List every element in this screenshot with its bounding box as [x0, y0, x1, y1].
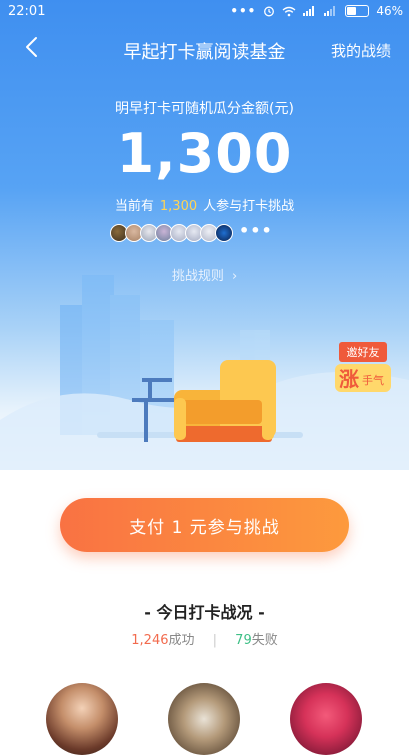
signal-icon-2 — [324, 6, 336, 16]
invite-big-char: 涨 — [339, 367, 359, 391]
checkin-user-avatar[interactable] — [46, 683, 118, 755]
signal-icon — [303, 6, 315, 16]
avatar — [215, 224, 233, 242]
alarm-icon — [264, 6, 275, 17]
success-count: 1,246 — [131, 633, 169, 648]
checkin-user-avatar[interactable] — [290, 683, 362, 755]
stats-divider: | — [212, 633, 218, 648]
notification-dots-icon: ••• — [230, 4, 257, 18]
invite-line1: 邀好友 — [347, 345, 380, 359]
participant-avatars[interactable]: ••• — [110, 223, 273, 244]
today-checkin-title: - 今日打卡战况 - — [144, 603, 265, 622]
status-icons: ••• 46% — [230, 4, 403, 18]
invite-small-text: 手气 — [362, 373, 384, 387]
prize-amount: 1,300 — [116, 122, 293, 185]
nav-bar: 早起打卡赢阅读基金 我的战绩 — [0, 28, 409, 72]
fail-label: 失败 — [251, 633, 278, 648]
hero-banner: 22:01 ••• 46% 早起打卡赢阅读基金 我的战绩 明早打卡可随机瓜分金额… — [0, 0, 409, 470]
more-avatars-icon[interactable]: ••• — [239, 223, 273, 244]
fail-count: 79 — [235, 633, 252, 648]
status-bar: 22:01 ••• 46% — [0, 0, 409, 24]
battery-icon — [345, 5, 370, 17]
participants-count: 1,300 — [159, 199, 198, 214]
invite-friends-badge[interactable]: 邀好友 涨 手气 — [335, 340, 391, 396]
battery-percent: 46% — [376, 4, 403, 18]
participants-suffix: 人参与打卡挑战 — [203, 199, 295, 214]
my-record-link[interactable]: 我的战绩 — [331, 40, 391, 61]
checkin-user-avatar[interactable] — [168, 683, 240, 755]
wifi-icon — [282, 6, 296, 16]
success-label: 成功 — [168, 633, 195, 648]
pay-join-challenge-button[interactable]: 支付 1 元参与挑战 — [60, 498, 349, 552]
participants-info: 当前有 1,300 人参与打卡挑战 — [0, 195, 409, 214]
status-time: 22:01 — [8, 4, 46, 19]
participants-prefix: 当前有 — [114, 199, 154, 214]
today-checkin-stats: 1,246成功 | 79失败 — [0, 629, 409, 648]
prize-subtitle: 明早打卡可随机瓜分金额(元) — [115, 101, 294, 117]
